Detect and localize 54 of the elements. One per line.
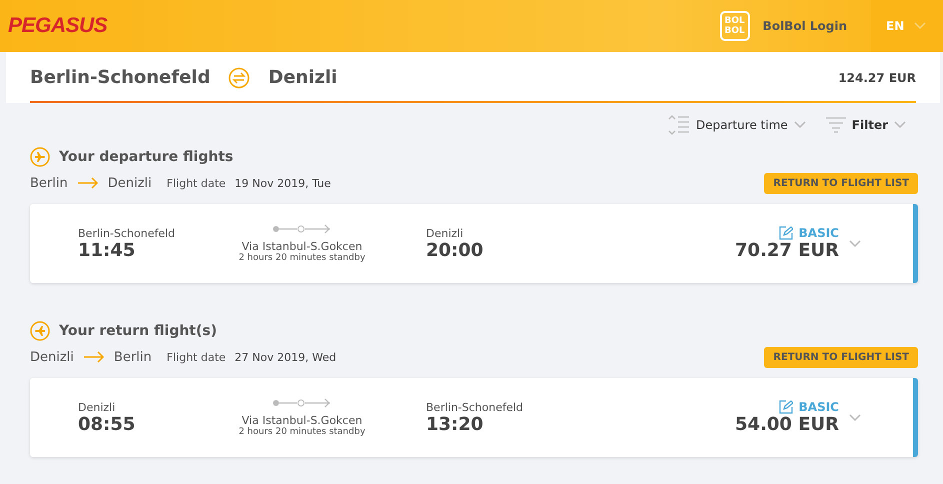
total-price: 124.27 EUR <box>838 70 916 84</box>
arrival-airport: Berlin-Schonefeld <box>426 400 524 414</box>
plane-icon <box>30 147 50 167</box>
to-city: Denizli <box>108 176 152 190</box>
arrival-time: 13:20 <box>426 414 484 434</box>
to-city: Berlin <box>114 350 152 364</box>
brand-logo[interactable]: PEGASUS <box>8 14 108 38</box>
route-line-icon <box>272 398 332 408</box>
sort-icon <box>668 115 690 135</box>
departure-airport: Denizli <box>78 400 116 414</box>
flight-date: 27 Nov 2019, Wed <box>234 350 336 364</box>
arrow-right-icon <box>76 177 99 189</box>
flight-card[interactable]: Denizli 08:55 Via Istanbul-S.Gokcen 2 hours 20 minutes standby Berlin-Schonefeld 13:20 BASIC 54.00 EUR <box>30 378 918 457</box>
date-label: Flight date <box>166 176 226 190</box>
via-airport: Via Istanbul-S.Gokcen <box>242 240 362 253</box>
arrival-airport: Denizli <box>426 226 464 240</box>
chevron-down-icon <box>914 22 926 30</box>
section-title: Your return flight(s) <box>59 323 218 339</box>
section-title: Your departure flights <box>59 149 234 165</box>
departure-airport: Berlin-Schonefeld <box>78 226 176 240</box>
edit-icon <box>778 226 793 240</box>
via-airport: Via Istanbul-S.Gokcen <box>242 414 362 427</box>
fare-name: BASIC <box>798 226 839 240</box>
login-link[interactable]: BolBol Login <box>762 19 847 33</box>
bolbol-badge: BOL BOL <box>720 11 750 41</box>
date-label: Flight date <box>166 350 226 364</box>
standby-duration: 2 hours 20 minutes standby <box>238 253 366 263</box>
standby-duration: 2 hours 20 minutes standby <box>238 427 366 437</box>
swap-icon <box>228 66 250 88</box>
filter-dropdown[interactable]: Filter <box>852 118 888 132</box>
departure-time: 11:45 <box>78 240 136 260</box>
filter-icon <box>826 117 846 133</box>
flight-date: 19 Nov 2019, Tue <box>234 176 331 190</box>
return-to-list-button[interactable]: RETURN TO FLIGHT LIST <box>764 346 918 368</box>
sort-dropdown[interactable]: Departure time <box>696 118 788 132</box>
fare-name: BASIC <box>798 400 839 414</box>
chevron-down-icon <box>849 240 861 248</box>
arrow-right-icon <box>82 351 105 363</box>
flight-card[interactable]: Berlin-Schonefeld 11:45 Via Istanbul-S.Gokcen 2 hours 20 minutes standby Denizli 20:00 BASIC 70.27 EUR <box>30 204 918 283</box>
return-to-list-button[interactable]: RETURN TO FLIGHT LIST <box>764 172 918 194</box>
departure-time: 08:55 <box>78 414 136 434</box>
fare-price: 70.27 EUR <box>735 240 839 261</box>
chevron-down-icon <box>849 414 861 422</box>
plane-icon <box>30 321 50 341</box>
fare-price: 54.00 EUR <box>735 414 839 435</box>
origin-city: Berlin-Schonefeld <box>30 67 210 88</box>
chevron-down-icon <box>894 121 906 129</box>
from-city: Denizli <box>30 350 74 364</box>
route-line-icon <box>272 224 332 234</box>
edit-icon <box>778 400 793 414</box>
destination-city: Denizli <box>268 67 338 88</box>
from-city: Berlin <box>30 176 68 190</box>
chevron-down-icon <box>794 121 806 129</box>
arrival-time: 20:00 <box>426 240 484 260</box>
